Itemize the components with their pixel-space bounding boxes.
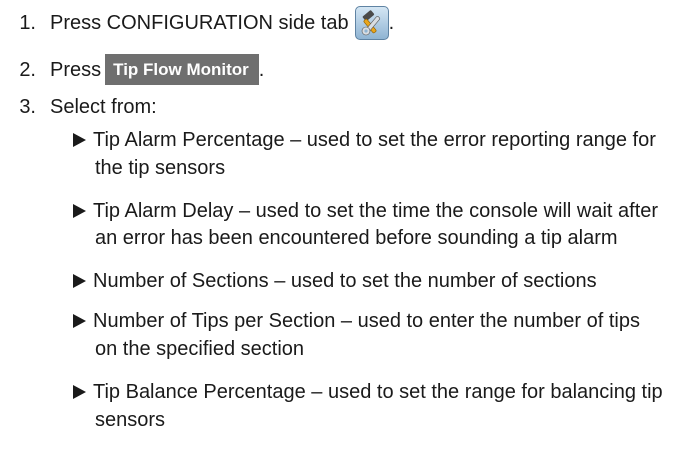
bullet-arrow-icon: [73, 204, 86, 218]
option-tip-alarm-percentage: Tip Alarm Percentage – used to set the e…: [73, 128, 656, 152]
option-line-continued: the tip sensors: [95, 157, 226, 179]
step-1-text: Press CONFIGURATION side tab: [50, 12, 349, 34]
bullet-arrow-icon: [73, 314, 86, 328]
step-number: 1.: [19, 12, 36, 34]
option-line: Tip Alarm Delay – used to set the time t…: [93, 200, 659, 222]
option-tip-balance-percentage: Tip Balance Percentage – used to set the…: [73, 380, 663, 404]
step-2-period: .: [258, 58, 265, 81]
tip-flow-monitor-button[interactable]: Tip Flow Monitor: [105, 54, 259, 85]
step-number: 2.: [19, 59, 36, 81]
step-2-text: Press: [50, 58, 102, 81]
option-line: Number of Tips per Section – used to ent…: [93, 310, 640, 332]
option-line: Tip Alarm Percentage – used to set the e…: [93, 129, 656, 151]
bullet-arrow-icon: [73, 133, 86, 147]
option-tip-alarm-delay: Tip Alarm Delay – used to set the time t…: [73, 199, 658, 223]
option-number-of-tips-per-section: Number of Tips per Section – used to ent…: [73, 309, 640, 333]
bullet-arrow-icon: [73, 274, 86, 288]
bullet-arrow-icon: [73, 385, 86, 399]
step-1-period: .: [388, 12, 395, 34]
option-line: Number of Sections – used to set the num…: [93, 270, 597, 292]
step-text: Press Tip Flow Monitor .: [50, 54, 264, 85]
step-number: 3.: [19, 96, 36, 118]
option-line: Tip Balance Percentage – used to set the…: [93, 381, 663, 403]
option-line-continued: sensors: [95, 409, 166, 431]
step-3-text: Select from:: [50, 96, 157, 118]
option-number-of-sections: Number of Sections – used to set the num…: [73, 269, 597, 293]
option-line-continued: an error has been encountered before sou…: [95, 227, 618, 249]
configuration-tools-icon: [354, 6, 389, 40]
step-text: Press CONFIGURATION side tab .: [50, 6, 394, 40]
option-line-continued: on the specified section: [95, 338, 305, 360]
